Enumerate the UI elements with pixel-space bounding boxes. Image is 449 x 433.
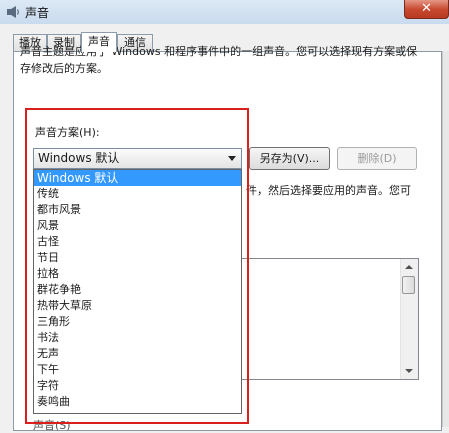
dropdown-option[interactable]: 热带大草原 xyxy=(34,298,241,314)
dropdown-option[interactable]: 三角形 xyxy=(34,314,241,330)
sound-scheme-label: 声音方案(H): xyxy=(35,126,100,139)
dropdown-option[interactable]: Windows 默认 xyxy=(34,170,241,186)
sound-scheme-combobox[interactable]: Windows 默认 xyxy=(33,148,242,169)
dropdown-option[interactable]: 拉格 xyxy=(34,266,241,282)
scroll-up-icon[interactable] xyxy=(405,265,413,269)
tab-sounds[interactable]: 声音 xyxy=(81,32,117,52)
speaker-icon xyxy=(7,6,19,18)
events-hint-text: 件，然后选择要应用的声音。您可 xyxy=(246,184,411,197)
scroll-thumb[interactable] xyxy=(402,276,415,294)
background-window-edge xyxy=(442,51,449,427)
sound-theme-description: 声音主题是应用于 Windows 和程序事件中的一组声音。您可以选择现有方案或保… xyxy=(20,45,418,75)
dropdown-option[interactable]: 都市风景 xyxy=(34,202,241,218)
save-as-button[interactable]: 另存为(V)... xyxy=(249,147,330,170)
sound-scheme-dropdown-list[interactable]: Windows 默认 传统 都市风景 风景 古怪 节日 拉格 群花争艳 热带大草… xyxy=(33,169,242,414)
delete-button[interactable]: 删除(D) xyxy=(337,147,417,170)
dropdown-option[interactable]: 古怪 xyxy=(34,234,241,250)
dropdown-option[interactable]: 节日 xyxy=(34,250,241,266)
dropdown-option[interactable]: 奏鸣曲 xyxy=(34,394,241,410)
sound-label: 声音(S) xyxy=(33,419,71,432)
window-title: 声音 xyxy=(25,6,50,20)
close-icon: ✕ xyxy=(421,1,432,16)
vertical-scrollbar[interactable] xyxy=(400,259,418,379)
scroll-down-icon[interactable] xyxy=(405,369,413,373)
dropdown-option[interactable]: 书法 xyxy=(34,330,241,346)
title-bar: 声音 ✕ xyxy=(0,0,449,25)
dropdown-option[interactable]: 字符 xyxy=(34,378,241,394)
dropdown-option[interactable]: 无声 xyxy=(34,346,241,362)
dropdown-option[interactable]: 群花争艳 xyxy=(34,282,241,298)
dropdown-option[interactable]: 下午 xyxy=(34,362,241,378)
close-button[interactable]: ✕ xyxy=(404,0,449,19)
chevron-down-icon[interactable] xyxy=(228,156,236,161)
dropdown-option[interactable]: 风景 xyxy=(34,218,241,234)
dropdown-option[interactable]: 传统 xyxy=(34,186,241,202)
sound-scheme-value: Windows 默认 xyxy=(38,151,120,165)
